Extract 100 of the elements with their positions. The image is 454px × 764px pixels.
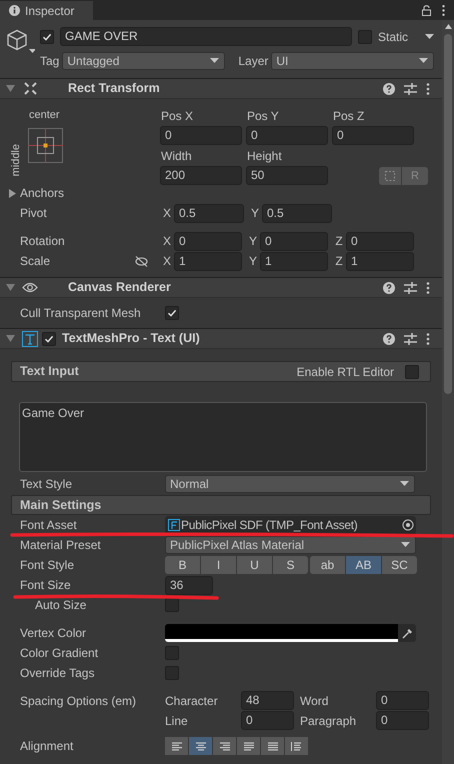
number-field[interactable]: 36 <box>165 576 213 594</box>
eye-icon <box>22 282 38 293</box>
font-style-button[interactable]: AB <box>346 556 381 574</box>
layer-dropdown[interactable]: UI <box>271 52 434 70</box>
number-field[interactable]: 200 <box>160 166 242 185</box>
more-icon[interactable] <box>426 332 430 344</box>
number-field[interactable]: 0.5 <box>262 204 332 222</box>
font-style-button[interactable]: U <box>237 556 272 574</box>
anchor-preset-icon[interactable] <box>28 128 63 162</box>
text-style-dropdown[interactable]: Normal <box>165 475 415 493</box>
font-style-button[interactable]: B <box>165 556 200 574</box>
field-label: Paragraph <box>300 712 356 730</box>
number-field[interactable]: 0 <box>174 232 242 250</box>
field-label: Scale <box>20 253 50 270</box>
component-title: Rect Transform <box>68 80 161 98</box>
section-title: Text Input <box>20 363 80 380</box>
rtl-label: Enable RTL Editor <box>296 364 394 380</box>
eyedropper-icon[interactable] <box>402 628 412 638</box>
number-field[interactable]: 0 <box>246 126 328 145</box>
active-checkbox[interactable] <box>40 30 54 44</box>
alignment-button[interactable] <box>237 737 260 755</box>
more-icon[interactable] <box>426 282 430 294</box>
color-swatch[interactable] <box>165 624 398 642</box>
number-field[interactable]: 0 <box>376 711 429 730</box>
field-label: Line <box>165 712 188 730</box>
cube-icon[interactable] <box>5 29 35 55</box>
number-field[interactable]: 1 <box>346 252 414 270</box>
checkbox[interactable] <box>165 306 179 320</box>
object-picker-icon[interactable] <box>402 519 414 531</box>
foldout-arrow-icon[interactable] <box>6 283 15 292</box>
caret-icon <box>419 58 428 64</box>
material-preset-dropdown[interactable]: PublicPixel Atlas Material <box>165 536 416 554</box>
help-icon[interactable] <box>383 82 395 94</box>
field-label: Pos Z <box>332 108 366 125</box>
foldout-arrow-icon[interactable] <box>8 188 17 198</box>
font-style-button[interactable]: I <box>201 556 236 574</box>
number-field[interactable]: 1 <box>260 252 328 270</box>
rtl-checkbox[interactable] <box>405 364 419 378</box>
alignment-button[interactable] <box>189 737 212 755</box>
enabled-checkbox[interactable] <box>42 332 56 346</box>
alignment-icon <box>170 742 182 750</box>
text-area[interactable]: Game Over <box>19 402 427 472</box>
anchor-vertical-label: middle <box>10 144 22 176</box>
rect-transform-icon <box>24 82 36 95</box>
field-label: Cull Transparent Mesh <box>20 306 141 320</box>
alignment-button[interactable] <box>213 737 236 755</box>
alignment-button[interactable] <box>165 737 188 755</box>
static-checkbox[interactable] <box>358 30 372 44</box>
alignment-icon <box>194 742 206 750</box>
presets-icon[interactable] <box>404 332 417 344</box>
foldout-arrow-icon[interactable] <box>6 334 15 343</box>
alignment-icon <box>242 742 254 750</box>
static-label: Static <box>378 28 408 46</box>
layer-label: Layer <box>238 53 268 70</box>
help-icon[interactable] <box>383 332 395 344</box>
component-header[interactable]: Rect Transform <box>0 78 442 99</box>
number-field[interactable]: 0 <box>332 126 414 145</box>
presets-icon[interactable] <box>404 82 417 94</box>
tag-dropdown[interactable]: Untagged <box>62 52 226 70</box>
scroll-up-icon[interactable] <box>444 24 452 29</box>
more-icon[interactable] <box>442 5 445 16</box>
field-label: Character <box>165 692 218 710</box>
font-style-button[interactable]: S <box>273 556 308 574</box>
font-asset-field[interactable]: PublicPixel SDF (TMP_Font Asset) <box>165 516 416 534</box>
number-field[interactable]: 0 <box>376 691 429 710</box>
inspector-tab[interactable]: Inspector <box>0 1 93 20</box>
field-label: Height <box>246 148 283 165</box>
caret-icon <box>400 481 409 487</box>
checkbox[interactable] <box>165 646 179 660</box>
component-title: TextMeshPro - Text (UI) <box>62 330 201 348</box>
lock-icon[interactable] <box>422 5 431 16</box>
component-header[interactable]: TextMeshPro - Text (UI) <box>0 328 442 349</box>
checkbox[interactable] <box>165 666 179 680</box>
number-field[interactable]: 0 <box>260 232 328 250</box>
alignment-button[interactable] <box>261 737 284 755</box>
component-header[interactable]: Canvas Renderer <box>0 277 442 298</box>
blueprint-mode-button[interactable] <box>379 167 402 185</box>
name-field[interactable]: GAME OVER <box>60 27 352 46</box>
more-icon[interactable] <box>426 82 430 94</box>
checkbox[interactable] <box>165 598 179 612</box>
axis-label: Z <box>334 253 344 270</box>
scrollbar[interactable] <box>442 20 454 764</box>
number-field[interactable]: 0.5 <box>174 204 244 222</box>
scrollbar-thumb[interactable] <box>444 34 452 394</box>
axis-label: Y <box>250 205 260 222</box>
font-style-button[interactable]: SC <box>382 556 417 574</box>
number-field[interactable]: 48 <box>241 691 294 710</box>
foldout-arrow-icon[interactable] <box>6 84 15 93</box>
help-icon[interactable] <box>383 282 395 294</box>
number-field[interactable]: 0 <box>346 232 414 250</box>
axis-label: Y <box>248 233 258 250</box>
font-style-button[interactable]: ab <box>310 556 345 574</box>
alignment-icon <box>290 742 302 750</box>
number-field[interactable]: 50 <box>246 166 328 185</box>
unlinked-icon[interactable] <box>135 256 148 266</box>
presets-icon[interactable] <box>404 282 417 294</box>
number-field[interactable]: 0 <box>160 126 242 145</box>
alignment-button[interactable] <box>285 737 308 755</box>
number-field[interactable]: 0 <box>241 711 294 730</box>
number-field[interactable]: 1 <box>174 252 242 270</box>
